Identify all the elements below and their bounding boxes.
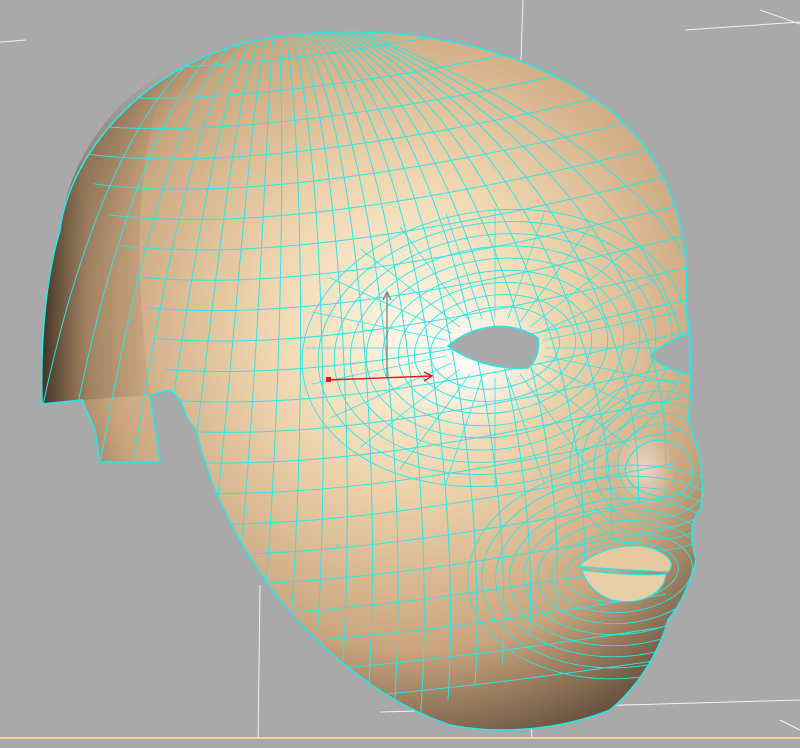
grid-line bbox=[257, 584, 261, 748]
head-mesh[interactable] bbox=[30, 0, 776, 731]
gizmo-pivot-point[interactable] bbox=[326, 377, 331, 382]
grid-line bbox=[759, 9, 800, 25]
scene[interactable] bbox=[0, 0, 800, 748]
viewport-perspective[interactable]: x y bbox=[0, 0, 800, 748]
grid-line bbox=[0, 39, 27, 43]
grid-line bbox=[520, 0, 524, 61]
grid-line bbox=[684, 21, 800, 31]
viewport-bottom-border bbox=[0, 738, 800, 748]
grid-line bbox=[779, 719, 800, 731]
